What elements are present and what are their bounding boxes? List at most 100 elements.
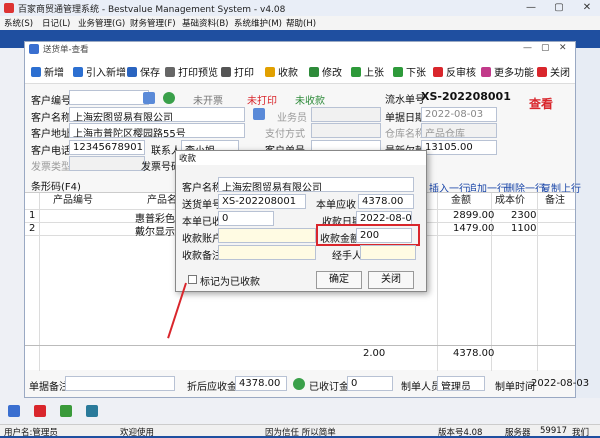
left-nav-strip bbox=[0, 48, 24, 428]
create-time-label: 制单时间 bbox=[495, 382, 535, 393]
maximize-button[interactable]: ▢ bbox=[548, 0, 570, 16]
dialog-title-bar: 收款 bbox=[176, 151, 426, 165]
doc-icon bbox=[29, 44, 39, 54]
status-slogan: 因为信任 所以简单 bbox=[265, 428, 336, 438]
unapprove-icon bbox=[433, 67, 443, 77]
col-amount-header: 金额 bbox=[451, 195, 471, 206]
customer-phone-input[interactable]: 12345678901 bbox=[69, 140, 145, 155]
app-title: 百家商贸通管理系统 - Bestvalue Management System … bbox=[18, 5, 286, 15]
home-icon[interactable] bbox=[8, 405, 20, 417]
invoice-type-select[interactable] bbox=[69, 156, 145, 171]
dialog-ok-button[interactable]: 确定 bbox=[316, 271, 362, 289]
salesman-select[interactable] bbox=[311, 107, 381, 122]
right-panel bbox=[574, 48, 600, 428]
invoice-type-label: 发票类型 bbox=[31, 162, 71, 173]
lookup-icon[interactable] bbox=[143, 92, 155, 104]
view-stamp: 查看 bbox=[529, 97, 554, 111]
dialog-account-select[interactable] bbox=[218, 228, 316, 243]
payment-dialog: 收款 客户名称 上海宏图贸易有限公司 送货单号 XS-202208001 本单应… bbox=[175, 150, 427, 292]
child-min-button[interactable]: — bbox=[523, 43, 532, 53]
menu-finance[interactable]: 财务管理(F) bbox=[130, 17, 176, 29]
printer-icon bbox=[221, 67, 231, 77]
customer-name-input[interactable]: 上海宏图贸易有限公司 bbox=[69, 107, 245, 122]
row-cost[interactable]: 2300 bbox=[511, 210, 536, 221]
col-cost-header: 成本价 bbox=[495, 195, 525, 206]
warehouse-label: 仓库名称 bbox=[385, 129, 425, 140]
date-input[interactable]: 2022-08-03 bbox=[421, 107, 497, 122]
table-row[interactable]: 1 bbox=[29, 210, 35, 221]
toolbar-save-button[interactable]: 保存 bbox=[127, 64, 160, 79]
menu-help[interactable]: 帮助(H) bbox=[286, 17, 316, 29]
customer-name-label: 客户名称 bbox=[31, 113, 71, 124]
add-customer-icon[interactable] bbox=[163, 92, 175, 104]
row-amount[interactable]: 2899.00 bbox=[453, 210, 494, 221]
totals-divider bbox=[25, 345, 575, 346]
toolbar-collect-button[interactable]: 收款 bbox=[265, 64, 298, 79]
remark-input[interactable] bbox=[65, 376, 175, 391]
dialog-account-label: 收款账户 bbox=[182, 234, 222, 245]
col-code-header: 产品编号 bbox=[53, 195, 93, 206]
toolbar-new-button[interactable]: 新增 bbox=[31, 64, 64, 79]
toolbar-print-preview-button[interactable]: 打印预览 bbox=[165, 64, 218, 79]
menu-maintenance[interactable]: 系统维护(M) bbox=[234, 17, 282, 29]
status-bar: 用户名:管理员 欢迎使用 因为信任 所以简单 版本号4.08 服务器 59917… bbox=[0, 424, 600, 438]
toolbar-next-button[interactable]: 下张 bbox=[393, 64, 426, 79]
child-title: 送货单-查看 bbox=[43, 45, 89, 55]
refresh-icon[interactable] bbox=[60, 405, 72, 417]
customer-phone-label: 客户电话 bbox=[31, 146, 71, 157]
status-welcome: 欢迎使用 bbox=[120, 428, 155, 438]
preview-icon bbox=[165, 67, 175, 77]
dialog-customer-input: 上海宏图贸易有限公司 bbox=[218, 177, 414, 192]
dialog-note-input[interactable] bbox=[218, 245, 316, 260]
arrow-up-icon bbox=[351, 67, 361, 77]
toolbar-close-button[interactable]: 关闭 bbox=[537, 64, 570, 79]
dialog-handler-select[interactable] bbox=[360, 245, 416, 260]
amount-highlight bbox=[316, 224, 420, 246]
bottom-icon-bar bbox=[0, 398, 600, 424]
total-qty: 2.00 bbox=[363, 348, 386, 359]
minimize-button[interactable]: — bbox=[520, 0, 542, 16]
warehouse-select[interactable]: 产品仓库 bbox=[421, 123, 497, 138]
plus-icon bbox=[31, 67, 41, 77]
creator-label: 制单人员 bbox=[401, 382, 441, 393]
status-version: 版本号4.08 bbox=[438, 428, 483, 438]
status-tag: 我们 bbox=[572, 428, 590, 438]
toolbar-unapprove-button[interactable]: 反审核 bbox=[433, 64, 476, 79]
close-app-button[interactable]: ✕ bbox=[576, 0, 598, 16]
dialog-customer-label: 客户名称 bbox=[182, 183, 222, 194]
menu-base[interactable]: 基础资料(B) bbox=[182, 17, 228, 29]
status-unopened: 未开票 bbox=[193, 96, 223, 107]
customer-lookup-icon[interactable] bbox=[253, 108, 265, 120]
child-close-button[interactable]: ✕ bbox=[559, 43, 567, 53]
menu-business[interactable]: 业务管理(G) bbox=[78, 17, 125, 29]
status-user: 用户名:管理员 bbox=[4, 428, 58, 438]
customer-code-input[interactable] bbox=[69, 90, 149, 105]
child-max-button[interactable]: ▢ bbox=[541, 43, 550, 53]
toolbar-print-button[interactable]: 打印 bbox=[221, 64, 254, 79]
main-menu: 系统(S) 日记(L) 业务管理(G) 财务管理(F) 基础资料(B) 系统维护… bbox=[0, 16, 600, 30]
user-icon[interactable] bbox=[86, 405, 98, 417]
menu-log[interactable]: 日记(L) bbox=[42, 17, 70, 29]
row-cost[interactable]: 1100 bbox=[511, 223, 536, 234]
mark-paid-checkbox[interactable] bbox=[188, 275, 197, 284]
arrears-value: 13105.00 bbox=[421, 140, 497, 155]
close-icon bbox=[537, 67, 547, 77]
toolbar-import-new-button[interactable]: 引入新增 bbox=[73, 64, 126, 79]
toolbar-more-button[interactable]: 更多功能 bbox=[481, 64, 534, 79]
stop-icon[interactable] bbox=[34, 405, 46, 417]
child-title-bar: 送货单-查看 — ▢ ✕ bbox=[25, 42, 575, 56]
status-unpaid: 未收款 bbox=[295, 96, 325, 107]
save-icon bbox=[127, 67, 137, 77]
row-amount[interactable]: 1479.00 bbox=[453, 223, 494, 234]
table-row[interactable]: 2 bbox=[29, 223, 35, 234]
toolbar-prev-button[interactable]: 上张 bbox=[351, 64, 384, 79]
customer-addr-input[interactable]: 上海市普陀区樱园路55号 bbox=[69, 123, 245, 138]
toolbar-edit-button[interactable]: 修改 bbox=[309, 64, 342, 79]
date-label: 单据日期 bbox=[385, 113, 425, 124]
dialog-close-button[interactable]: 关闭 bbox=[368, 271, 414, 289]
deposit-label: 已收订金 bbox=[309, 382, 349, 393]
dialog-received-label: 本单已收 bbox=[182, 217, 222, 228]
menu-system[interactable]: 系统(S) bbox=[4, 17, 33, 29]
pay-method-select[interactable] bbox=[311, 123, 381, 138]
barcode-label: 条形码(F4) bbox=[31, 182, 81, 193]
